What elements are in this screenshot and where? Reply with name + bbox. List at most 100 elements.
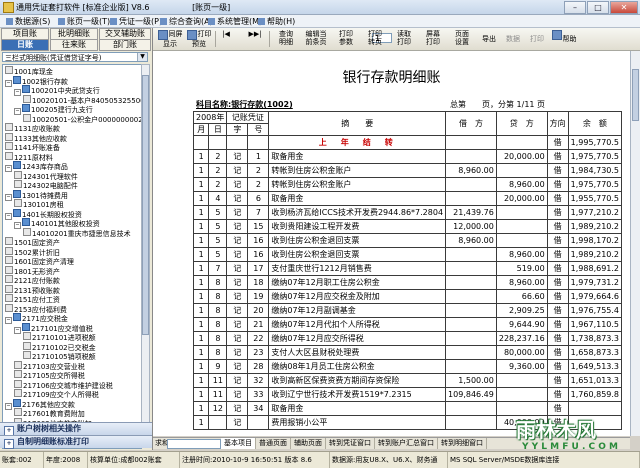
ledger-row[interactable]: 1 8 记 20 缴纳07年12月副调基金 2,909.25 借 1,976,755.4 (192, 303, 623, 318)
tab-goto-summary[interactable]: 转到账户汇总窗口 (375, 438, 438, 449)
close-button[interactable]: ✕ (610, 1, 638, 14)
ledger-row[interactable]: 1 5 记 16 收到住房公积金退回支票 8,960.00 借 1,989,210.2 (192, 247, 623, 262)
sum-input[interactable] (167, 439, 221, 449)
collapse-icon[interactable]: − (14, 326, 21, 334)
menu-datasource[interactable]: 数据源(S) (6, 16, 50, 27)
tree-item[interactable]: −217101应交增值税 (14, 322, 93, 334)
tab-department-ledger[interactable]: 部门账 (99, 39, 151, 51)
export-button[interactable]: 导出 (479, 30, 499, 48)
menu-voucher[interactable]: 凭证一级(P) (110, 16, 162, 27)
collapse-icon[interactable]: − (5, 317, 12, 324)
tree-item[interactable]: 1801无形资产 (5, 265, 60, 276)
tab-daily-ledger[interactable]: 日账 (1, 39, 49, 51)
data-button[interactable]: 数据 (503, 30, 523, 48)
tree-item[interactable]: 1131应收账款 (5, 123, 60, 133)
tree-item[interactable]: −1002银行存款 (5, 75, 68, 87)
collapse-icon[interactable]: − (5, 212, 12, 220)
collapse-icon[interactable]: − (5, 79, 12, 87)
tree-item[interactable]: −100205建行九支行 (14, 104, 93, 115)
menu-system[interactable]: 系统管理(M) (208, 16, 262, 27)
tab-account-ledger[interactable]: 往来账 (50, 39, 98, 51)
tree-item[interactable]: −2171应交税金 (5, 313, 68, 324)
print-preview-button[interactable]: 打印 预览 (186, 30, 212, 48)
print-params-button[interactable]: 打印 参数 (333, 30, 359, 48)
tab-goto-voucher[interactable]: 转到凭证窗口 (326, 438, 375, 449)
ledger-row[interactable]: 1 2 记 2 转帐到住房公积金账户 8,960.00 借 1,975,770.5 (192, 177, 623, 192)
tree-item[interactable]: 1001库现金 (5, 66, 53, 76)
minimize-button[interactable]: – (564, 1, 586, 14)
tree-item[interactable]: 14010201重庆市捷思信息技术 (23, 227, 131, 238)
ledger-row[interactable]: 1 2 记 2 转帐到住房公积金账户 8,960.00 借 1,984,730.5 (192, 163, 623, 178)
ledger-row[interactable]: 1 8 记 18 缴纳07年12月职工住房公积金 8,960.00 借 1,979,731.2 (192, 275, 623, 290)
screen-print-button[interactable]: 屏幕 打印 (420, 30, 446, 48)
tree-item[interactable]: 10020501-公积金户0000000002 (23, 113, 141, 124)
ledger-row[interactable]: 1 5 记 16 收到住房公积金退回支票 8,960.00 借 1,998,170.2 (192, 233, 623, 248)
tree-item[interactable]: 124301代理软件 (14, 170, 78, 181)
tree-scrollbar[interactable] (141, 64, 150, 447)
tree-item[interactable]: −1401长期股权投资 (5, 208, 82, 220)
tree-item[interactable]: 217601教育费附加 (14, 408, 85, 418)
ledger-row[interactable]: 1 8 记 22 缴纳07年12月应交所得税 228,237.16 借 1,738,873.3 (192, 331, 623, 346)
ledger-row[interactable]: 1 7 记 17 支付重庆世行1212月销售费 519.00 借 1,988,691.2 (192, 261, 623, 276)
ledger-row[interactable]: 1 8 记 21 缴纳07年12月代扣个人所得税 9,644.90 借 1,967,110.5 (192, 317, 623, 332)
tree-item[interactable]: 130101房租 (14, 199, 64, 209)
tree-item[interactable]: −100201中央武贷支行 (14, 85, 100, 96)
ledger-row[interactable]: 1 4 记 6 取备用金 20,000.00 借 1,955,770.5 (192, 191, 623, 206)
collapse-icon[interactable]: − (5, 402, 12, 410)
tree-item[interactable]: −1243库存商品 (5, 161, 68, 172)
tree-item[interactable]: −140101其他股权投资 (14, 218, 100, 229)
ledger-format-select[interactable]: 三栏式明细账(凭证借贷证字号) ▼ (2, 52, 148, 62)
tree-item[interactable]: 124302电脑配件 (14, 180, 78, 190)
ledger-row[interactable]: 1 8 记 19 缴纳07年12月应交税金及附加 66.60 借 1,979,664.6 (192, 289, 623, 304)
scroll-thumb[interactable] (632, 69, 639, 121)
edit-page-button[interactable]: 编辑当 前条页 (302, 30, 330, 48)
help-button[interactable]: 帮助 (551, 30, 577, 48)
ledger-row[interactable]: 1 11 记 33 收到辽宁世行技术开发费1519*7.2315 109,846.49 借 1… (192, 387, 623, 402)
collapse-icon[interactable]: − (14, 89, 21, 96)
menu-ledger[interactable]: 账页一级(T) (58, 16, 110, 27)
tree-item[interactable]: 2153应付福利费 (5, 303, 67, 314)
tree-item[interactable]: −1301待摊费用 (5, 189, 68, 201)
menu-help[interactable]: 帮助(H) (258, 16, 295, 27)
ledger-row[interactable]: 1 11 记 32 收到高新区保费资费方期间存资保险 1,500.00 借 1,651,013… (192, 373, 623, 388)
tree-item[interactable]: 217106应交城市维护建设税 (14, 379, 113, 390)
tree-item[interactable]: 217109应交个人所得税 (14, 389, 99, 399)
tree-item[interactable]: 2151应付工资 (5, 294, 60, 304)
tree-item[interactable]: 2121应付账款 (5, 275, 60, 285)
collapse-icon[interactable]: − (14, 108, 21, 115)
ledger-row[interactable]: 1 2 记 1 取备用金 20,000.00 借 1,975,770.5 (192, 149, 623, 164)
ledger-row[interactable]: 1 8 记 23 支付人大区县财税处理费 80,000.00 借 1,658,873.3 (192, 345, 623, 360)
tree-item[interactable]: 1133其他应收款 (5, 132, 67, 143)
tree-item[interactable]: 21710105销项税额 (23, 351, 96, 361)
document-scrollbar[interactable] (630, 51, 640, 436)
menu-query[interactable]: 综合查询(A) (160, 16, 213, 27)
tab-goto-detail[interactable]: 转到明细窗口 (438, 438, 487, 449)
tree-item[interactable]: 1501固定资产 (5, 237, 60, 247)
page-first-button[interactable]: |◀ (220, 30, 232, 48)
tab-aux-page[interactable]: 辅助页面 (291, 438, 326, 449)
tree-item[interactable]: −2176其他应交款 (5, 398, 75, 410)
collapse-icon[interactable]: − (14, 222, 21, 229)
ledger-row[interactable]: 1 9 记 28 缴纳08年1月员工住房公积金 9,360.00 借 1,649,513.3 (192, 359, 623, 374)
collapse-icon[interactable]: − (5, 193, 12, 201)
ledger-row[interactable]: 1 5 记 15 收到贵阳建设工程开发费 12,000.00 借 1,989,210.2 (192, 219, 623, 234)
tree-item[interactable]: 217103应交营业税 (14, 360, 85, 371)
tree-item[interactable]: 1601固定资产清理 (5, 256, 74, 266)
tab-basic-items[interactable]: 基本项目 (221, 438, 256, 449)
ledger-row[interactable]: 上 年 结 转 借 1,995,770.5 (192, 135, 623, 150)
tree-item[interactable]: 21710102已交税金 (23, 341, 96, 352)
query-detail-button[interactable]: 查询 明细 (273, 30, 299, 48)
tree-item[interactable]: 21710101进项税额 (23, 332, 96, 342)
page-setup-button[interactable]: 页面 设置 (449, 30, 475, 48)
custom-print-bar[interactable]: + 自制明细账标准打印 (0, 435, 152, 449)
scroll-thumb[interactable] (142, 75, 149, 335)
page-nav-button[interactable]: ▶▶| (243, 30, 267, 48)
collapse-icon[interactable]: − (5, 165, 12, 172)
print-turnpage-button[interactable]: 打印 转页 (362, 30, 388, 48)
tree-item[interactable]: 10020101-基本户840505325500 (23, 94, 141, 105)
maximize-button[interactable]: □ (587, 1, 609, 14)
print-button[interactable]: 打印 (527, 30, 547, 48)
tree-item[interactable]: 2131预收账款 (5, 284, 60, 295)
tab-normal-page[interactable]: 普通页面 (256, 438, 291, 449)
tree-item[interactable]: 1211原材料 (5, 151, 53, 162)
